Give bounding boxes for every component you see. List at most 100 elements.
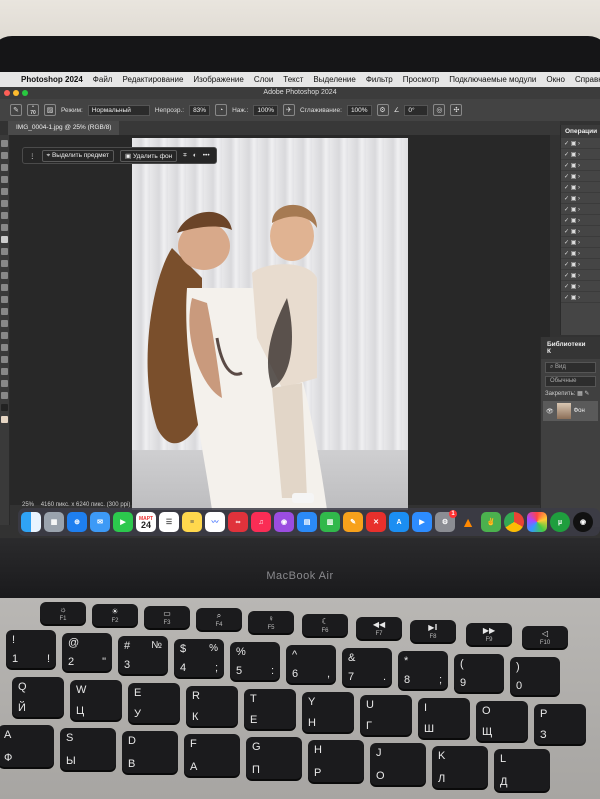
key-f4[interactable]: ⌕ F4	[196, 608, 242, 630]
key-g[interactable]: GП	[246, 737, 302, 779]
action-row[interactable]: ✓ ▣ ›	[561, 193, 600, 204]
notes-icon[interactable]: ≡	[182, 512, 202, 532]
visibility-eye-icon[interactable]: 👁	[546, 408, 554, 415]
key-j[interactable]: JО	[370, 743, 426, 785]
path-select-tool-icon[interactable]	[1, 344, 8, 351]
key-f3[interactable]: ▭ F3	[144, 606, 190, 628]
action-row[interactable]: ✓ ▣ ›	[561, 160, 600, 171]
action-row[interactable]: ✓ ▣ ›	[561, 149, 600, 160]
key-l[interactable]: LД	[494, 749, 550, 791]
menu-view[interactable]: Просмотр	[398, 75, 445, 84]
history-brush-icon[interactable]	[1, 260, 8, 267]
key-f7[interactable]: ◀◀ F7	[356, 617, 402, 639]
layer-filter-input[interactable]: ⌕ Вид	[545, 362, 596, 373]
menu-layers[interactable]: Слои	[249, 75, 278, 84]
podcasts-icon[interactable]: ◉	[274, 512, 294, 532]
hand-tool-icon[interactable]	[1, 368, 8, 375]
action-row[interactable]: ✓ ▣ ›	[561, 204, 600, 215]
shape-tool-icon[interactable]	[1, 356, 8, 363]
key-f[interactable]: FА	[184, 734, 240, 776]
crop-tool-icon[interactable]	[1, 188, 8, 195]
launchpad-icon[interactable]: ▦	[44, 512, 64, 532]
actions-panel-title[interactable]: Операции	[561, 125, 600, 138]
finder-icon[interactable]	[21, 512, 41, 532]
menu-app-name[interactable]: Photoshop 2024	[11, 75, 88, 84]
system-settings-icon[interactable]: ⚙ 1	[435, 510, 457, 532]
lasso-tool-icon[interactable]	[1, 164, 8, 171]
smoothing-input[interactable]: 100%	[346, 104, 372, 116]
action-row[interactable]: ✓ ▣ ›	[561, 248, 600, 259]
menu-file[interactable]: Файл	[88, 75, 118, 84]
key-f9[interactable]: ▶▶ F9	[466, 623, 512, 645]
brush-tool-icon[interactable]	[1, 236, 8, 243]
key-w[interactable]: WЦ	[70, 680, 122, 720]
pressure-size-icon[interactable]: ◎	[433, 104, 446, 116]
reminders-icon[interactable]: ☰	[159, 512, 179, 532]
key-f5[interactable]: ♀ F5	[248, 611, 294, 633]
mail-icon[interactable]: ✉	[90, 512, 110, 532]
type-tool-icon[interactable]	[1, 332, 8, 339]
facetime-icon[interactable]: ▶	[113, 512, 133, 532]
action-row[interactable]: ✓ ▣ ›	[561, 259, 600, 270]
key-h[interactable]: HР	[308, 740, 364, 782]
adjustment-icon[interactable]: ◐	[193, 152, 197, 159]
brush-preset-icon[interactable]: • 70	[27, 104, 39, 116]
key-f2[interactable]: ☀ F2	[92, 604, 138, 626]
key-9[interactable]: (9	[454, 654, 504, 692]
key-4[interactable]: $4%;	[174, 639, 224, 677]
pages-icon[interactable]: ✎	[343, 512, 363, 532]
key-t[interactable]: TЕ	[244, 689, 296, 729]
key-y[interactable]: YН	[302, 692, 354, 732]
menu-filter[interactable]: Фильтр	[361, 75, 398, 84]
chrome-icon[interactable]	[504, 512, 524, 532]
keynote-icon[interactable]: ▤	[297, 512, 317, 532]
key-5[interactable]: % 5:	[230, 642, 280, 680]
action-row[interactable]: ✓ ▣ ›	[561, 138, 600, 149]
key-r[interactable]: RК	[186, 686, 238, 726]
action-row[interactable]: ✓ ▣ ›	[561, 270, 600, 281]
airbrush-icon[interactable]: ✈	[282, 104, 295, 116]
key-2[interactable]: @2 "	[62, 633, 112, 671]
select-subject-button[interactable]: ⌖ Выделить предмет	[41, 149, 115, 162]
minimize-window-button[interactable]	[13, 90, 19, 96]
frame-tool-icon[interactable]	[1, 200, 8, 207]
app-store-icon[interactable]: A	[389, 512, 409, 532]
gradient-tool-icon[interactable]	[1, 284, 8, 291]
action-row[interactable]: ✓ ▣ ›	[561, 182, 600, 193]
creative-cloud-icon[interactable]: ∞	[228, 512, 248, 532]
action-row[interactable]: ✓ ▣ ›	[561, 171, 600, 182]
more-options-button[interactable]: •••	[203, 152, 210, 159]
key-u[interactable]: UГ	[360, 695, 412, 735]
remove-background-button[interactable]: ▣ Удалить фон	[120, 149, 178, 162]
menu-window[interactable]: Окно	[541, 75, 570, 84]
background-color-swatch[interactable]	[1, 416, 8, 423]
transform-icon[interactable]: ⌗	[183, 152, 187, 160]
healing-tool-icon[interactable]	[1, 224, 8, 231]
blend-mode-select[interactable]: Обычные	[545, 376, 596, 387]
key-f1[interactable]: ☼ F1	[40, 602, 86, 624]
move-tool-icon[interactable]	[1, 140, 8, 147]
davinci-icon[interactable]: ◉	[573, 512, 593, 532]
freeform-icon[interactable]: 〰	[205, 512, 225, 532]
key-d[interactable]: DВ	[122, 731, 178, 773]
calendar-icon[interactable]: МАРТ 24	[136, 512, 156, 532]
key-1[interactable]: ! 1!	[6, 630, 56, 668]
key-a[interactable]: AФ	[0, 725, 54, 767]
photos-icon[interactable]	[527, 512, 547, 532]
angle-input[interactable]: 0°	[404, 104, 429, 116]
vlc-icon[interactable]: ▲	[458, 512, 478, 532]
menu-image[interactable]: Изображение	[188, 75, 248, 84]
drag-handle-icon[interactable]: ⋮	[29, 152, 36, 160]
lock-pixels-icon[interactable]: ▦	[577, 391, 583, 397]
eyedropper-tool-icon[interactable]	[1, 212, 8, 219]
key-k[interactable]: KЛ	[432, 746, 488, 788]
lock-brush-icon[interactable]: ✎	[584, 391, 589, 397]
key-6[interactable]: ^ 6,	[286, 645, 336, 683]
music-icon[interactable]: ♫	[251, 512, 271, 532]
key-f6[interactable]: ☾ F6	[302, 614, 348, 636]
key-7[interactable]: & 7.	[342, 648, 392, 686]
key-0[interactable]: ) 0	[510, 657, 560, 695]
key-f8[interactable]: ▶‖ F8	[410, 620, 456, 642]
document-tab[interactable]: IMG_0004-1.jpg @ 25% (RGB/8)	[8, 121, 120, 135]
toolbox-icon[interactable]: ✌	[481, 512, 501, 532]
